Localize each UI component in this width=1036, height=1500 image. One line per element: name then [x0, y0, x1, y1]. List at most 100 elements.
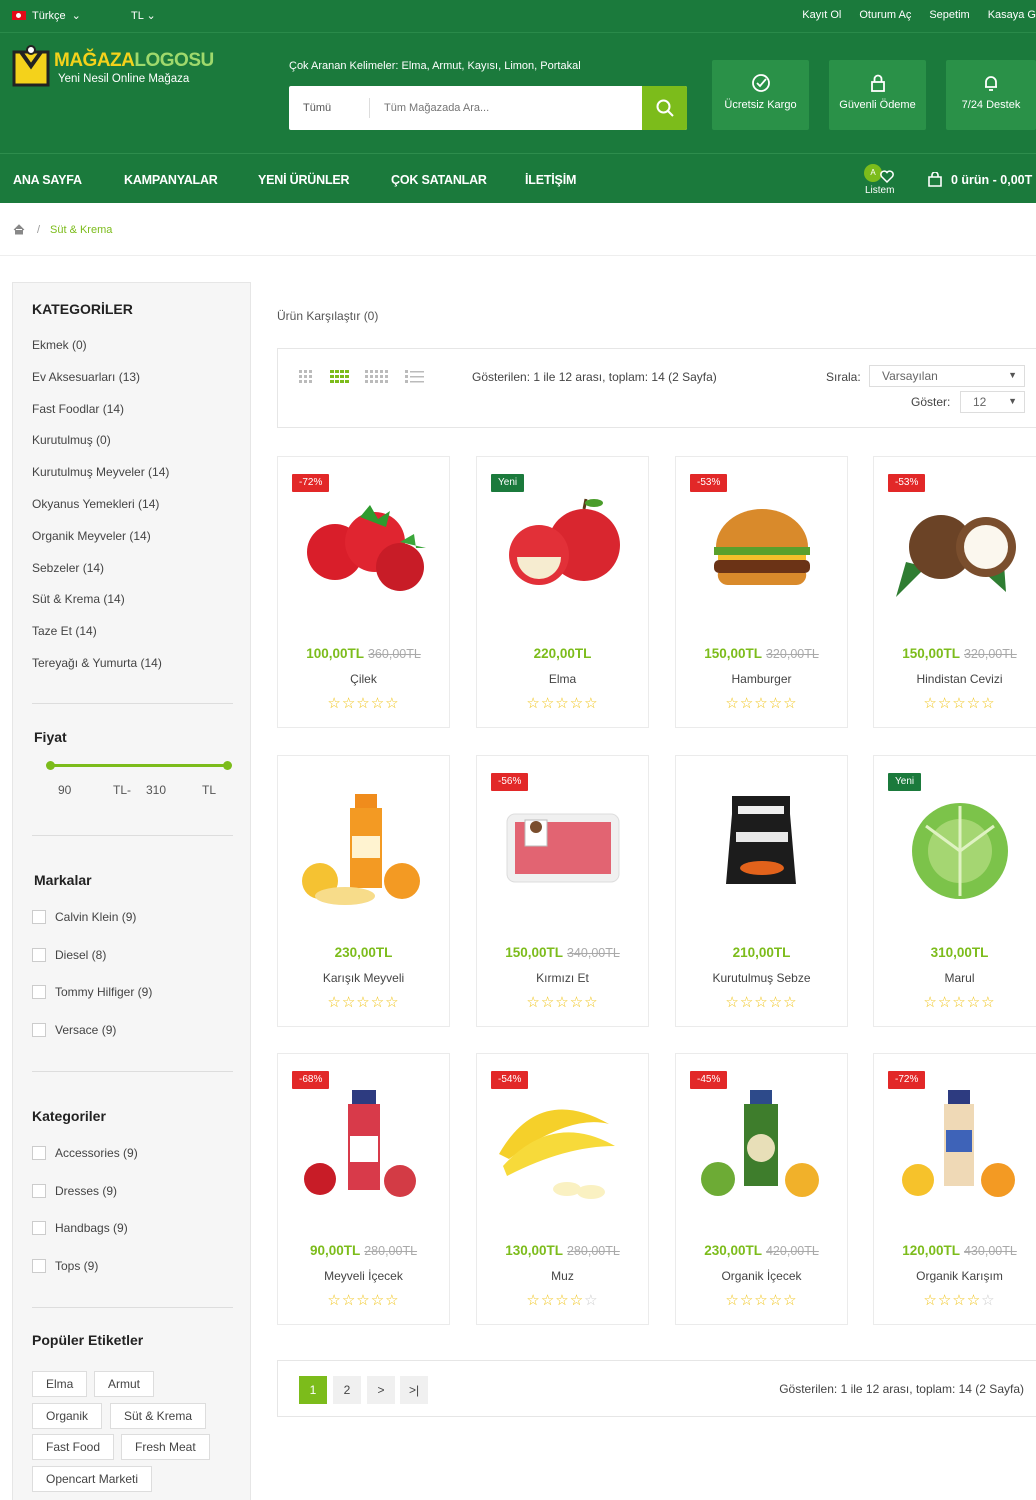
tag-link[interactable]: Organik: [32, 1403, 103, 1429]
category-link[interactable]: Ekmek (0): [32, 338, 87, 352]
home-icon[interactable]: [13, 224, 25, 235]
checkbox-box[interactable]: [32, 1183, 46, 1198]
nav-new-products[interactable]: YENİ ÜRÜNLER: [258, 173, 350, 187]
product-card[interactable]: -54% 130,00TL 280,00TL Muz ☆☆☆☆☆: [476, 1053, 649, 1325]
grid-2-view-icon[interactable]: [298, 369, 314, 385]
checkout-link[interactable]: Kasaya G: [988, 9, 1036, 21]
sort-select[interactable]: Varsayılan ▼: [869, 365, 1025, 387]
product-image[interactable]: [886, 487, 1034, 617]
category-link[interactable]: Kurutulmuş Meyveler (14): [32, 465, 169, 479]
search-button[interactable]: [642, 86, 687, 130]
product-name[interactable]: Marul: [874, 971, 1036, 985]
filter-checkbox[interactable]: Dresses (9): [32, 1183, 117, 1198]
category-link[interactable]: Tereyağı & Yumurta (14): [32, 656, 162, 670]
compare-link[interactable]: Ürün Karşılaştır (0): [277, 309, 378, 323]
page-1-button[interactable]: 1: [299, 1376, 327, 1404]
product-name[interactable]: Hindistan Cevizi: [874, 672, 1036, 686]
register-link[interactable]: Kayıt Ol: [802, 9, 841, 21]
grid-6-view-icon[interactable]: [365, 369, 389, 385]
language-selector[interactable]: Türkçe ⌄: [12, 9, 81, 22]
category-link[interactable]: Sebzeler (14): [32, 561, 104, 575]
product-card[interactable]: Yeni 310,00TL Marul ☆☆☆☆☆: [873, 755, 1036, 1027]
product-name[interactable]: Karışık Meyveli: [278, 971, 449, 985]
product-image[interactable]: [290, 487, 438, 617]
product-image[interactable]: [489, 1084, 637, 1214]
product-image[interactable]: [489, 786, 637, 916]
price-range-slider[interactable]: [46, 761, 232, 770]
breadcrumb-current[interactable]: Süt & Krema: [50, 224, 112, 236]
product-card[interactable]: -56% 150,00TL 340,00TL Kırmızı Et ☆☆☆☆☆: [476, 755, 649, 1027]
range-handle-min[interactable]: [46, 761, 55, 770]
support-badge[interactable]: 7/24 Destek: [946, 60, 1036, 130]
checkbox-box[interactable]: [32, 985, 46, 1000]
limit-select[interactable]: 12 ▼: [960, 391, 1025, 413]
tag-link[interactable]: Elma: [32, 1371, 88, 1397]
product-name[interactable]: Organik Karışım: [874, 1269, 1036, 1283]
product-image[interactable]: [886, 786, 1034, 916]
product-name[interactable]: Hamburger: [676, 672, 847, 686]
filter-checkbox[interactable]: Tommy Hilfiger (9): [32, 985, 152, 1000]
product-name[interactable]: Meyveli İçecek: [278, 1269, 449, 1283]
my-cart-link[interactable]: Sepetim: [929, 9, 969, 21]
popular-words[interactable]: Elma, Armut, Kayısı, Limon, Portakal: [402, 60, 581, 72]
product-card[interactable]: -72% 100,00TL 360,00TL Çilek ☆☆☆☆☆: [277, 456, 450, 728]
checkbox-box[interactable]: [32, 1146, 46, 1160]
wishlist-button[interactable]: A Listem: [862, 164, 902, 202]
product-card[interactable]: Yeni 220,00TL Elma ☆☆☆☆☆: [476, 456, 649, 728]
category-link[interactable]: Kurutulmuş (0): [32, 433, 111, 447]
next-page-button[interactable]: >: [367, 1376, 395, 1404]
range-handle-max[interactable]: [223, 761, 232, 770]
search-category-select[interactable]: Tümü: [303, 102, 331, 114]
tag-link[interactable]: Armut: [94, 1371, 155, 1397]
product-name[interactable]: Organik İçecek: [676, 1269, 847, 1283]
category-link[interactable]: Ev Aksesuarları (13): [32, 370, 140, 384]
page-2-button[interactable]: 2: [333, 1376, 361, 1404]
checkbox-box[interactable]: [32, 1023, 46, 1038]
product-card[interactable]: -45% 230,00TL 420,00TL Organik İçecek ☆☆☆☆☆: [675, 1053, 848, 1325]
product-image[interactable]: [688, 1084, 836, 1214]
search-input[interactable]: [384, 98, 624, 118]
filter-checkbox[interactable]: Accessories (9): [32, 1146, 138, 1160]
product-card[interactable]: -53% 150,00TL 320,00TL Hamburger ☆☆☆☆☆: [675, 456, 848, 728]
tag-link[interactable]: Fast Food: [32, 1434, 115, 1460]
tag-link[interactable]: Fresh Meat: [121, 1434, 210, 1460]
category-link[interactable]: Süt & Krema (14): [32, 592, 125, 606]
last-page-button[interactable]: >|: [400, 1376, 428, 1404]
secure-payment-badge[interactable]: Güvenli Ödeme: [829, 60, 926, 130]
checkbox-box[interactable]: [32, 910, 46, 924]
filter-checkbox[interactable]: Calvin Klein (9): [32, 910, 136, 924]
free-shipping-badge[interactable]: Ücretsiz Kargo: [712, 60, 809, 130]
filter-checkbox[interactable]: Tops (9): [32, 1259, 98, 1274]
product-image[interactable]: [290, 786, 438, 916]
product-card[interactable]: 230,00TL Karışık Meyveli ☆☆☆☆☆: [277, 755, 450, 1027]
nav-home[interactable]: ANA SAYFA: [13, 173, 82, 187]
category-link[interactable]: Okyanus Yemekleri (14): [32, 497, 159, 511]
store-logo[interactable]: MAĞAZALOGOSU Yeni Nesil Online Mağaza: [12, 44, 222, 94]
product-name[interactable]: Çilek: [278, 672, 449, 686]
login-link[interactable]: Oturum Aç: [859, 9, 911, 21]
product-name[interactable]: Elma: [477, 672, 648, 686]
currency-selector[interactable]: TL ⌄: [131, 9, 156, 22]
product-name[interactable]: Kırmızı Et: [477, 971, 648, 985]
product-image[interactable]: [886, 1084, 1034, 1214]
product-name[interactable]: Kurutulmuş Sebze: [676, 971, 847, 985]
filter-checkbox[interactable]: Handbags (9): [32, 1221, 128, 1236]
product-card[interactable]: -72% 120,00TL 430,00TL Organik Karışım ☆☆☆☆☆: [873, 1053, 1036, 1325]
nav-best-sellers[interactable]: ÇOK SATANLAR: [391, 173, 487, 187]
product-card[interactable]: -53% 150,00TL 320,00TL Hindistan Cevizi ☆☆☆☆…: [873, 456, 1036, 728]
category-link[interactable]: Organik Meyveler (14): [32, 529, 151, 543]
cart-button[interactable]: 0 ürün - 0,00T: [927, 172, 1032, 188]
grid-4-view-icon[interactable]: [330, 369, 349, 385]
tag-link[interactable]: Opencart Marketi: [32, 1466, 153, 1492]
product-image[interactable]: [489, 487, 637, 617]
nav-contact[interactable]: İLETİŞİM: [525, 173, 576, 187]
checkbox-box[interactable]: [32, 947, 46, 962]
list-view-icon[interactable]: [405, 369, 424, 385]
checkbox-box[interactable]: [32, 1259, 46, 1274]
category-link[interactable]: Fast Foodlar (14): [32, 402, 124, 416]
tag-link[interactable]: Süt & Krema: [110, 1403, 207, 1429]
product-card[interactable]: 210,00TL Kurutulmuş Sebze ☆☆☆☆☆: [675, 755, 848, 1027]
product-image[interactable]: [290, 1084, 438, 1214]
product-image[interactable]: [688, 786, 836, 916]
checkbox-box[interactable]: [32, 1221, 46, 1236]
